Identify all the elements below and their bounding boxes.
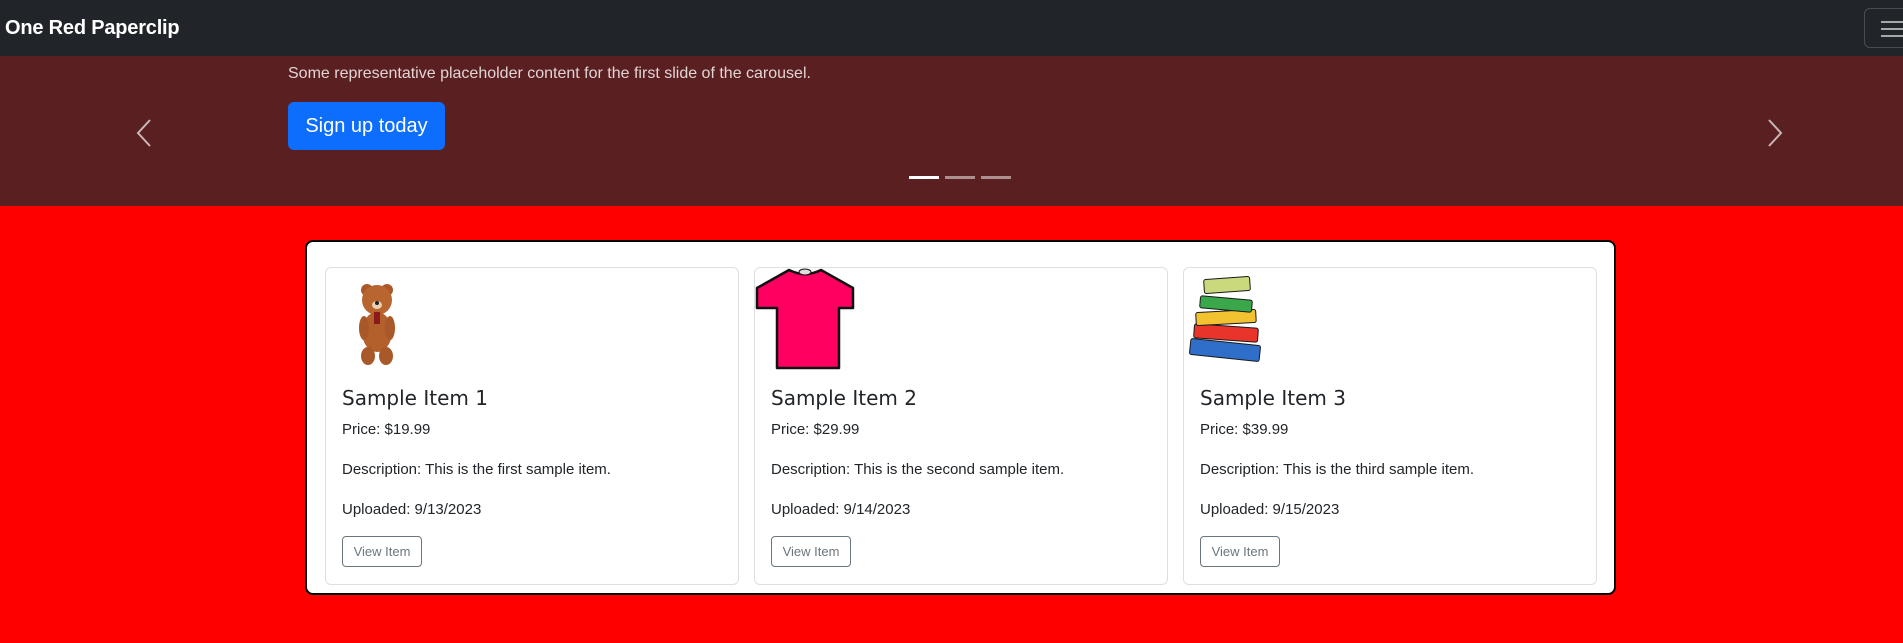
view-item-button[interactable]: View Item (771, 536, 851, 567)
tshirt-image (755, 268, 855, 370)
carousel-next-button[interactable] (1763, 116, 1787, 150)
item-uploaded-date: Uploaded: 9/13/2023 (342, 501, 482, 518)
carousel-indicator-3[interactable] (981, 176, 1011, 179)
carousel-indicator-1[interactable] (909, 176, 939, 179)
hamburger-menu-icon (1881, 21, 1903, 23)
items-panel: Sample Item 1 Price: $19.99 Description:… (305, 240, 1616, 595)
teddy-bear-image (359, 284, 395, 365)
carousel-indicators (909, 176, 1011, 179)
view-item-button[interactable]: View Item (342, 536, 422, 567)
item-description: Description: This is the first sample it… (342, 461, 611, 478)
chevron-right-icon (1768, 119, 1783, 147)
item-title: Sample Item 3 (1200, 386, 1346, 410)
item-price: Price: $39.99 (1200, 421, 1289, 438)
chevron-left-icon (136, 119, 151, 147)
item-title: Sample Item 1 (342, 386, 488, 410)
menu-toggle-button[interactable] (1864, 8, 1903, 48)
item-price: Price: $29.99 (771, 421, 860, 438)
item-card-2: Sample Item 2 Price: $29.99 Description:… (754, 267, 1168, 585)
item-price: Price: $19.99 (342, 421, 431, 438)
item-description: Description: This is the third sample it… (1200, 461, 1474, 478)
item-uploaded-date: Uploaded: 9/15/2023 (1200, 501, 1340, 518)
brand-logo-text[interactable]: One Red Paperclip (5, 17, 180, 40)
carousel-caption: Some representative placeholder content … (288, 65, 811, 82)
item-title: Sample Item 2 (771, 386, 917, 410)
item-card-1: Sample Item 1 Price: $19.99 Description:… (325, 267, 739, 585)
navbar: One Red Paperclip (0, 0, 1903, 56)
hero-carousel: Some representative placeholder content … (0, 56, 1903, 206)
view-item-button[interactable]: View Item (1200, 536, 1280, 567)
carousel-indicator-2[interactable] (945, 176, 975, 179)
item-description: Description: This is the second sample i… (771, 461, 1065, 478)
books-stack-image (1189, 276, 1261, 362)
item-uploaded-date: Uploaded: 9/14/2023 (771, 501, 911, 518)
carousel-prev-button[interactable] (132, 116, 156, 150)
item-card-3: Sample Item 3 Price: $39.99 Description:… (1183, 267, 1597, 585)
sign-up-button[interactable]: Sign up today (288, 102, 445, 150)
